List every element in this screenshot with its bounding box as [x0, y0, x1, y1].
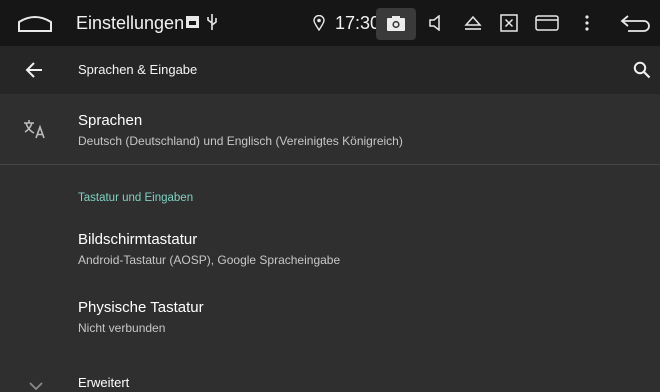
volume-icon[interactable] — [426, 13, 446, 33]
list-item-subtitle: Android-Tastatur (AOSP), Google Sprachei… — [78, 253, 341, 267]
back-arrow-icon[interactable] — [20, 58, 48, 82]
close-box-icon[interactable] — [498, 12, 520, 34]
list-item-title: Physische Tastatur — [78, 299, 204, 316]
eject-icon[interactable] — [462, 13, 484, 33]
back-icon[interactable] — [618, 12, 654, 34]
list-item-subtitle: Nicht verbunden — [78, 321, 166, 335]
list-item-title: Sprachen — [78, 112, 143, 129]
app-title: Einstellungen — [76, 13, 185, 33]
screenshot-notification-icon — [185, 15, 199, 29]
home-icon[interactable] — [14, 10, 56, 36]
list-item-erweitert[interactable]: Erweitert — [0, 364, 660, 392]
camera-icon — [386, 14, 406, 32]
list-item-sprachen[interactable]: Sprachen Deutsch (Deutschland) und Engli… — [0, 94, 660, 164]
list-item-subtitle: Deutsch (Deutschland) und Englisch (Vere… — [78, 134, 403, 148]
page-title: Sprachen & Eingabe — [78, 62, 198, 77]
section-header: Tastatur und Eingaben — [78, 192, 194, 204]
location-icon — [312, 14, 326, 32]
usb-icon — [205, 13, 219, 31]
translate-icon — [22, 118, 48, 140]
window-icon[interactable] — [534, 13, 560, 33]
expand-icon — [26, 380, 46, 392]
app-bar: Sprachen & Eingabe — [0, 46, 660, 94]
more-icon[interactable] — [580, 12, 594, 34]
settings-list: Sprachen Deutsch (Deutschland) und Engli… — [0, 94, 660, 392]
list-item-title: Bildschirmtastatur — [78, 231, 198, 248]
clock: 17:30 — [335, 13, 381, 33]
search-icon[interactable] — [630, 58, 654, 82]
divider — [0, 164, 660, 165]
list-item-physische-tastatur[interactable]: Physische Tastatur Nicht verbunden — [0, 286, 660, 344]
list-item-title: Erweitert — [78, 375, 130, 390]
status-bar: Einstellungen 17:30 — [0, 0, 660, 46]
list-item-bildschirmtastatur[interactable]: Bildschirmtastatur Android-Tastatur (AOS… — [0, 218, 660, 276]
